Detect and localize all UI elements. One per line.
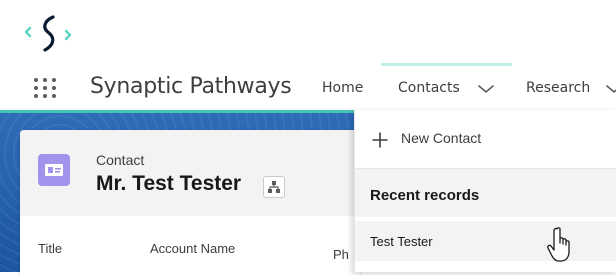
- recent-records-header: Recent records: [355, 169, 616, 217]
- record-highlights-card: Contact Mr. Test Tester Title Account Na…: [20, 130, 360, 275]
- field-label-account-name: Account Name: [150, 241, 236, 256]
- waffle-icon[interactable]: [34, 78, 60, 98]
- recent-records-heading: Recent records: [370, 187, 480, 204]
- tab-contacts[interactable]: Contacts: [398, 80, 460, 96]
- field-label-phone: Ph: [333, 247, 349, 262]
- chevron-down-icon[interactable]: [478, 84, 494, 94]
- global-nav: Synaptic Pathways Home Contacts Research: [0, 63, 616, 110]
- hierarchy-icon[interactable]: [263, 176, 285, 198]
- synaptic-logo: [24, 15, 72, 52]
- recent-record-label: Test Tester: [370, 234, 433, 249]
- object-label: Contact: [96, 152, 145, 168]
- app-name: Synaptic Pathways: [90, 74, 292, 99]
- chevron-down-icon[interactable]: [606, 84, 616, 94]
- tab-research[interactable]: Research: [526, 80, 590, 96]
- contacts-nav-menu: New Contact Recent records Test Tester: [354, 110, 616, 272]
- record-title: Mr. Test Tester: [96, 172, 242, 195]
- contact-card-icon: [38, 154, 70, 186]
- tab-home[interactable]: Home: [322, 80, 363, 96]
- new-contact-menu-item[interactable]: New Contact: [355, 124, 616, 154]
- record-header: Contact Mr. Test Tester: [20, 130, 360, 216]
- field-label-title: Title: [38, 241, 63, 256]
- plus-icon: [372, 132, 388, 148]
- hand-pointer-icon: [547, 227, 570, 262]
- new-contact-label: New Contact: [401, 130, 482, 146]
